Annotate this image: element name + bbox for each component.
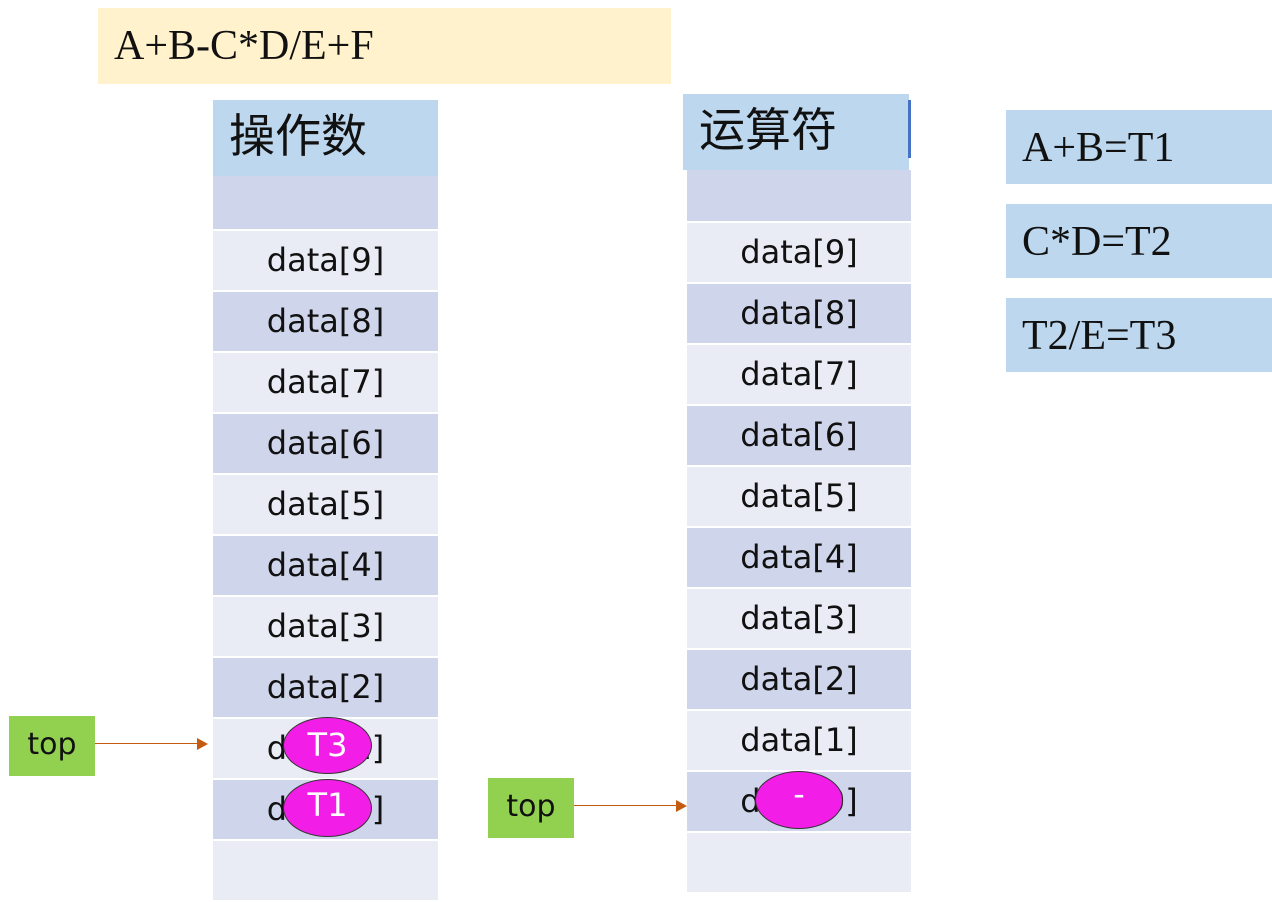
stack-cell: data[4] xyxy=(213,536,438,595)
operator-top-arrow xyxy=(574,805,677,806)
operator-top-pointer-label: top xyxy=(488,778,574,838)
operand-value-ellipse: T1 xyxy=(283,779,372,837)
stack-cell: data[2] xyxy=(213,658,438,717)
cursor-line xyxy=(908,100,911,158)
stack-cell: data[2] xyxy=(687,650,911,709)
stack-cell: data[9] xyxy=(687,223,911,282)
arrow-head-icon xyxy=(197,738,208,750)
stack-cell: data[8] xyxy=(687,284,911,343)
stack-cell: data[5] xyxy=(213,475,438,534)
stack-cell: data[8] xyxy=(213,292,438,351)
stack-cell: data[7] xyxy=(213,353,438,412)
stack-cell-empty xyxy=(213,176,438,229)
operator-stack-header: 运算符 xyxy=(683,94,909,170)
result-box: A+B=T1 xyxy=(1006,110,1272,184)
stack-cell: data[6] xyxy=(213,414,438,473)
stack-cell: data[4] xyxy=(687,528,911,587)
result-box: T2/E=T3 xyxy=(1006,298,1272,372)
stack-cell-empty xyxy=(687,833,911,892)
operand-value-ellipse: T3 xyxy=(283,717,372,774)
stack-cell: data[5] xyxy=(687,467,911,526)
stack-cell: data[6] xyxy=(687,406,911,465)
operand-stack-header: 操作数 xyxy=(213,100,438,176)
expression-box: A+B-C*D/E+F xyxy=(98,8,671,84)
stack-cell-empty xyxy=(687,170,911,221)
result-box: C*D=T2 xyxy=(1006,204,1272,278)
operator-value-ellipse: - xyxy=(755,771,843,829)
stack-cell-empty xyxy=(213,841,438,900)
stack-cell: data[3] xyxy=(213,597,438,656)
stack-cell: data[1] xyxy=(687,711,911,770)
operand-top-pointer-label: top xyxy=(9,716,95,776)
arrow-head-icon xyxy=(676,800,687,812)
stack-cell: data[7] xyxy=(687,345,911,404)
stack-cell: data[3] xyxy=(687,589,911,648)
operand-top-arrow xyxy=(95,743,198,744)
stack-cell: data[9] xyxy=(213,231,438,290)
